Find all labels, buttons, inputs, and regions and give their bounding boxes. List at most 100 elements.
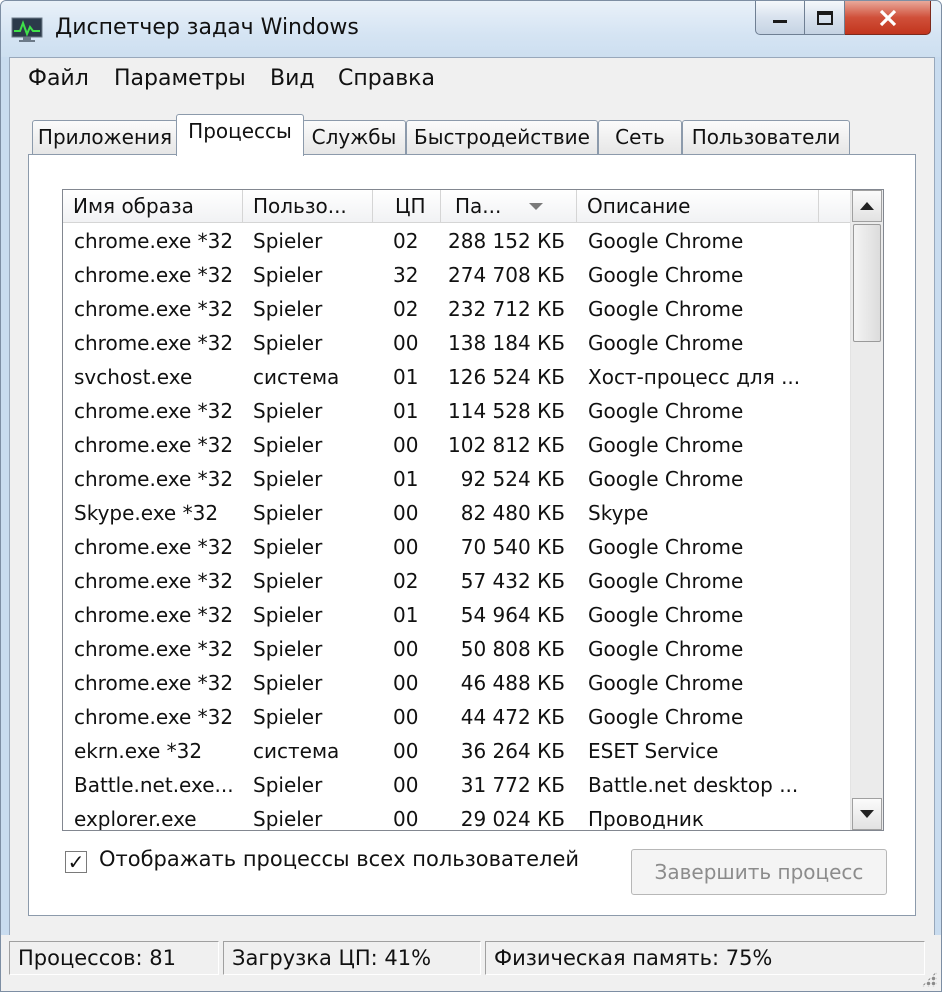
table-row[interactable]: chrome.exe *32 Spieler 00 50 808 КБ Google C… — [63, 632, 853, 666]
caption-buttons — [755, 1, 931, 39]
show-all-users-checkbox[interactable]: ✓ — [65, 851, 87, 873]
table-row[interactable]: Skype.exe *32 Spieler 00 82 480 КБ Skype — [63, 496, 853, 530]
process-user: Spieler — [253, 501, 323, 525]
table-row[interactable]: chrome.exe *32 Spieler 00 44 472 КБ Google C… — [63, 700, 853, 734]
process-description: Google Chrome — [588, 535, 744, 559]
tab-performance[interactable]: Быстродействие — [406, 120, 598, 154]
process-user: Spieler — [253, 671, 323, 695]
vertical-scrollbar[interactable] — [850, 190, 883, 830]
process-description: Google Chrome — [588, 297, 744, 321]
table-row[interactable]: chrome.exe *32 Spieler 00 46 488 КБ Google C… — [63, 666, 853, 700]
table-row[interactable]: chrome.exe *32 Spieler 00 138 184 КБ Google … — [63, 326, 853, 360]
process-user: Spieler — [253, 569, 323, 593]
table-row[interactable]: explorer.exe Spieler 00 29 024 КБ Проводник — [63, 802, 853, 831]
column-cpu[interactable]: ЦП — [373, 190, 441, 222]
title-bar[interactable]: Диспетчер задач Windows — [1, 1, 941, 57]
menu-file[interactable]: Файл — [28, 66, 89, 91]
process-cpu: 00 — [393, 671, 419, 695]
process-description: Google Chrome — [588, 263, 744, 287]
process-cpu: 00 — [393, 433, 419, 457]
process-user: Spieler — [253, 807, 323, 831]
tab-applications[interactable]: Приложения — [32, 120, 178, 154]
process-cpu: 00 — [393, 773, 419, 797]
process-memory: 92 524 КБ — [460, 467, 565, 491]
process-description: Google Chrome — [588, 433, 744, 457]
menu-view[interactable]: Вид — [270, 66, 315, 91]
column-image-name[interactable]: Имя образа — [63, 190, 243, 222]
process-description: Google Chrome — [588, 331, 744, 355]
process-description: Google Chrome — [588, 399, 744, 423]
table-row[interactable]: chrome.exe *32 Spieler 01 92 524 КБ Google C… — [63, 462, 853, 496]
process-name: Battle.net.exe... — [74, 773, 234, 797]
process-user: Spieler — [253, 399, 323, 423]
process-description: Battle.net desktop ... — [588, 773, 799, 797]
process-user: Spieler — [253, 603, 323, 627]
table-row[interactable]: chrome.exe *32 Spieler 02 57 432 КБ Google C… — [63, 564, 853, 598]
scrollbar-thumb[interactable] — [853, 224, 881, 342]
menu-bar: Файл Параметры Вид Справка — [10, 58, 934, 102]
process-description: ESET Service — [588, 739, 719, 763]
show-all-users-label[interactable]: Отображать процессы всех пользователей — [99, 847, 579, 871]
tab-network[interactable]: Сеть — [598, 120, 682, 154]
menu-options[interactable]: Параметры — [114, 66, 246, 91]
process-name: chrome.exe *32 — [74, 399, 234, 423]
process-description: Google Chrome — [588, 705, 744, 729]
process-memory: 29 024 КБ — [460, 807, 565, 831]
table-row[interactable]: chrome.exe *32 Spieler 02 288 152 КБ Google … — [63, 224, 853, 258]
scroll-down-button[interactable] — [852, 798, 882, 830]
end-process-button[interactable]: Завершить процесс — [631, 849, 887, 895]
process-memory: 274 708 КБ — [448, 263, 565, 287]
process-description: Хост-процесс для ... — [588, 365, 801, 389]
column-description[interactable]: Описание — [577, 190, 819, 222]
client-area: Файл Параметры Вид Справка Приложения Пр… — [9, 57, 935, 937]
process-name: chrome.exe *32 — [74, 467, 234, 491]
column-user[interactable]: Пользо... — [243, 190, 373, 222]
table-row[interactable]: chrome.exe *32 Spieler 01 114 528 КБ Google … — [63, 394, 853, 428]
tab-services[interactable]: Службы — [302, 120, 406, 154]
process-user: Spieler — [253, 331, 323, 355]
process-name: chrome.exe *32 — [74, 331, 234, 355]
process-cpu: 00 — [393, 331, 419, 355]
table-row[interactable]: svchost.exe система 01 126 524 КБ Хост-проце… — [63, 360, 853, 394]
table-row[interactable]: chrome.exe *32 Spieler 02 232 712 КБ Google … — [63, 292, 853, 326]
process-user: Spieler — [253, 535, 323, 559]
maximize-button[interactable] — [805, 1, 845, 35]
table-row[interactable]: chrome.exe *32 Spieler 32 274 708 КБ Google … — [63, 258, 853, 292]
table-row[interactable]: chrome.exe *32 Spieler 01 54 964 КБ Google C… — [63, 598, 853, 632]
close-button[interactable] — [845, 1, 931, 35]
process-memory: 36 264 КБ — [460, 739, 565, 763]
process-user: Spieler — [253, 467, 323, 491]
column-memory[interactable]: Па... — [441, 190, 577, 222]
process-description: Skype — [588, 501, 649, 525]
table-row[interactable]: chrome.exe *32 Spieler 00 70 540 КБ Google C… — [63, 530, 853, 564]
process-memory: 138 184 КБ — [448, 331, 565, 355]
process-description: Google Chrome — [588, 467, 744, 491]
process-cpu: 01 — [393, 365, 419, 389]
table-row[interactable]: chrome.exe *32 Spieler 00 102 812 КБ Google … — [63, 428, 853, 462]
process-cpu: 01 — [393, 399, 419, 423]
process-memory: 114 528 КБ — [448, 399, 565, 423]
process-memory: 44 472 КБ — [460, 705, 565, 729]
tab-users[interactable]: Пользователи — [682, 120, 850, 154]
process-list[interactable]: Имя образа Пользо... ЦП Па... Описание c… — [62, 189, 884, 831]
process-cpu: 02 — [393, 569, 419, 593]
tab-processes[interactable]: Процессы — [176, 114, 304, 156]
status-memory: Физическая память: 75% — [485, 941, 925, 975]
close-icon — [879, 9, 896, 26]
process-name: ekrn.exe *32 — [74, 739, 203, 763]
process-cpu: 00 — [393, 705, 419, 729]
table-row[interactable]: ekrn.exe *32 система 00 36 264 КБ ESET Servi… — [63, 734, 853, 768]
menu-help[interactable]: Справка — [338, 66, 435, 91]
scroll-down-icon — [860, 810, 874, 818]
process-user: Spieler — [253, 297, 323, 321]
monitor-icon — [11, 17, 43, 42]
scroll-up-button[interactable] — [852, 190, 882, 222]
status-processes: Процессов: 81 — [9, 941, 219, 975]
process-description: Google Chrome — [588, 671, 744, 695]
minimize-button[interactable] — [755, 1, 805, 35]
table-row[interactable]: Battle.net.exe... Spieler 00 31 772 КБ Battl… — [63, 768, 853, 802]
process-name: chrome.exe *32 — [74, 705, 234, 729]
process-name: chrome.exe *32 — [74, 263, 234, 287]
process-cpu: 02 — [393, 229, 419, 253]
process-memory: 54 964 КБ — [460, 603, 565, 627]
